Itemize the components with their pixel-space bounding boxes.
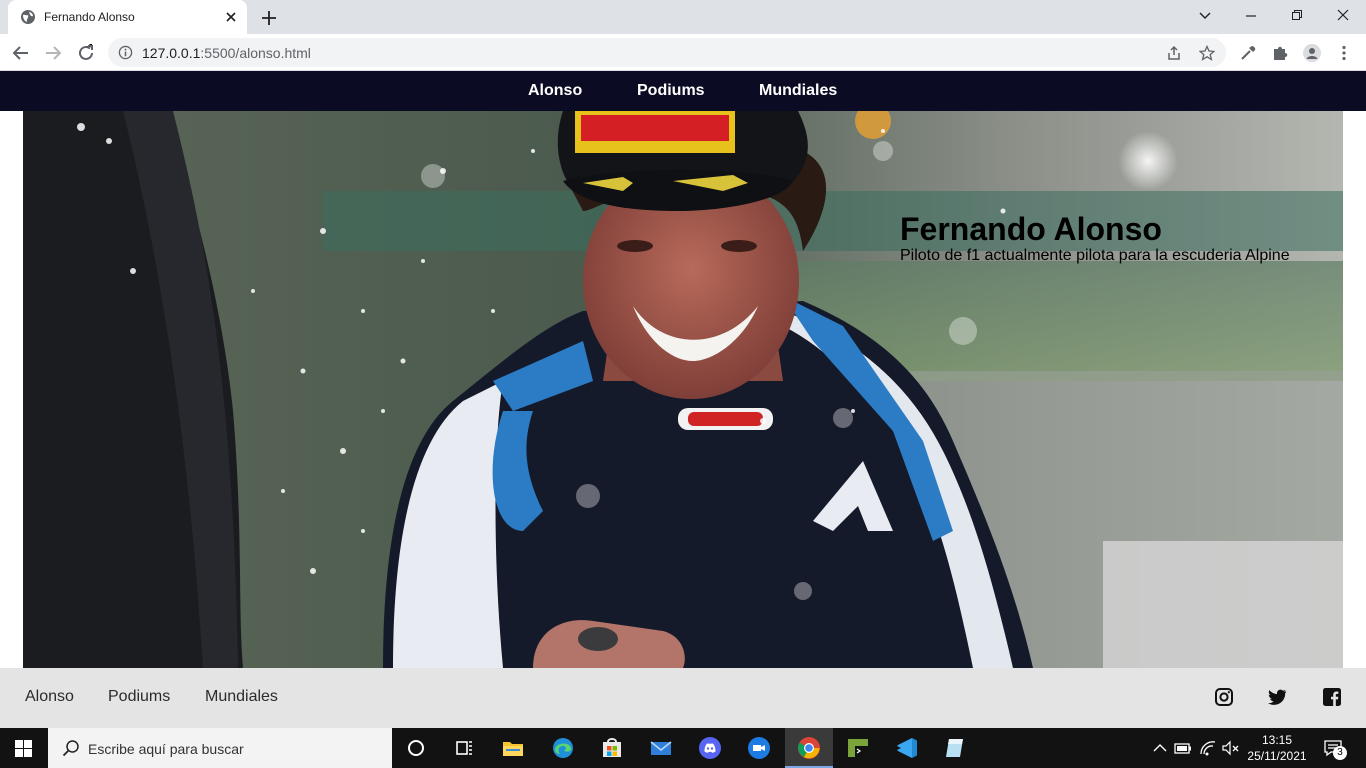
nav-link-mundiales[interactable]: Mundiales <box>759 82 837 100</box>
discord-icon <box>699 737 721 759</box>
edge-icon <box>553 738 573 758</box>
browser-tab[interactable]: Fernando Alonso <box>8 0 247 34</box>
reload-button[interactable] <box>73 40 99 66</box>
nav-link-alonso[interactable]: Alonso <box>528 82 582 100</box>
star-icon[interactable] <box>1199 45 1215 61</box>
minimize-button[interactable] <box>1228 0 1274 32</box>
taskbar-clock[interactable]: 13:15 25/11/2021 <box>1244 732 1310 764</box>
taskbar-app-chrome[interactable] <box>785 728 833 768</box>
cortana-button[interactable] <box>392 728 440 768</box>
terminal-icon <box>848 739 868 757</box>
cortana-icon <box>408 740 424 756</box>
start-button[interactable] <box>0 728 48 768</box>
chevron-down-icon <box>1199 12 1211 19</box>
restore-icon <box>1292 10 1302 20</box>
url-text: 127.0.0.1:5500/alonso.html <box>142 45 311 61</box>
windows-taskbar: Escribe aquí para buscar 13:15 25/11/202 <box>0 728 1366 768</box>
taskbar-app-meet[interactable] <box>735 728 783 768</box>
nav-link-podiums[interactable]: Podiums <box>637 82 705 100</box>
taskbar-app-file-explorer[interactable] <box>489 728 537 768</box>
site-footer: Alonso Podiums Mundiales <box>0 668 1366 728</box>
taskbar-app-store[interactable] <box>588 728 636 768</box>
notes-icon <box>946 739 963 757</box>
hero-subtitle: Piloto de f1 actualmente pilota para la … <box>900 247 1290 264</box>
site-nav: Alonso Podiums Mundiales <box>0 71 1366 111</box>
facebook-icon[interactable] <box>1322 687 1342 707</box>
footer-link-mundiales[interactable]: Mundiales <box>205 688 278 706</box>
footer-link-podiums[interactable]: Podiums <box>108 688 170 706</box>
search-placeholder: Escribe aquí para buscar <box>88 741 244 757</box>
more-vertical-icon <box>1342 45 1346 61</box>
arrow-left-icon <box>12 46 28 60</box>
search-icon <box>62 740 79 757</box>
video-call-icon <box>748 737 770 759</box>
taskbar-app-mail[interactable] <box>637 728 685 768</box>
extensions-button[interactable] <box>1267 40 1293 66</box>
chrome-icon <box>798 737 820 759</box>
mail-icon <box>650 741 672 755</box>
eyedropper-icon <box>1241 46 1256 60</box>
instagram-icon[interactable] <box>1214 687 1234 707</box>
url-host: 127.0.0.1 <box>142 45 201 61</box>
chevron-up-icon[interactable] <box>1150 738 1170 758</box>
minimize-icon <box>1246 15 1256 17</box>
new-tab-icon[interactable] <box>258 7 280 29</box>
profile-button[interactable] <box>1299 40 1325 66</box>
close-tab-icon[interactable] <box>222 8 240 26</box>
taskbar-app-edge[interactable] <box>539 728 587 768</box>
forward-button[interactable] <box>40 40 66 66</box>
arrow-right-icon <box>46 46 62 60</box>
store-icon <box>603 738 621 757</box>
notification-count-badge: 3 <box>1333 746 1347 760</box>
hero-photo <box>23 111 1343 668</box>
eyedropper-button[interactable] <box>1235 40 1261 66</box>
task-view-button[interactable] <box>440 728 488 768</box>
taskbar-app-vscode[interactable] <box>883 728 931 768</box>
twitter-icon[interactable] <box>1267 687 1287 707</box>
taskbar-app-discord[interactable] <box>686 728 734 768</box>
footer-link-alonso[interactable]: Alonso <box>25 688 74 706</box>
globe-icon <box>21 10 35 24</box>
taskbar-app-terminal[interactable] <box>834 728 882 768</box>
avatar-icon <box>1303 44 1321 62</box>
clock-time: 13:15 <box>1261 733 1293 747</box>
vscode-icon <box>897 738 917 758</box>
wifi-icon[interactable] <box>1198 738 1218 758</box>
address-bar[interactable]: 127.0.0.1:5500/alonso.html <box>108 38 1226 67</box>
battery-icon[interactable] <box>1173 738 1193 758</box>
clock-date: 25/11/2021 <box>1247 749 1307 763</box>
info-icon[interactable] <box>118 45 133 60</box>
puzzle-icon <box>1274 46 1288 60</box>
close-icon <box>1337 9 1349 21</box>
tab-title: Fernando Alonso <box>44 10 135 24</box>
hero-title: Fernando Alonso <box>900 211 1162 247</box>
volume-muted-icon[interactable] <box>1221 738 1241 758</box>
task-view-icon <box>456 741 472 755</box>
share-icon[interactable] <box>1166 45 1182 61</box>
reload-icon <box>79 44 93 60</box>
back-button[interactable] <box>8 40 34 66</box>
windows-logo-icon <box>15 740 32 757</box>
taskbar-app-notes[interactable] <box>931 728 979 768</box>
restore-button[interactable] <box>1274 0 1320 32</box>
close-window-button[interactable] <box>1320 0 1366 32</box>
folder-icon <box>503 742 523 756</box>
browser-toolbar: 127.0.0.1:5500/alonso.html <box>0 34 1366 71</box>
menu-button[interactable] <box>1331 40 1357 66</box>
hero-section: Fernando Alonso Piloto de f1 actualmente… <box>23 111 1343 668</box>
browser-tab-strip: Fernando Alonso <box>0 0 1366 34</box>
taskbar-search-box[interactable]: Escribe aquí para buscar <box>48 728 392 768</box>
tab-search-button[interactable] <box>1182 0 1228 32</box>
url-path: :5500/alonso.html <box>200 45 311 61</box>
